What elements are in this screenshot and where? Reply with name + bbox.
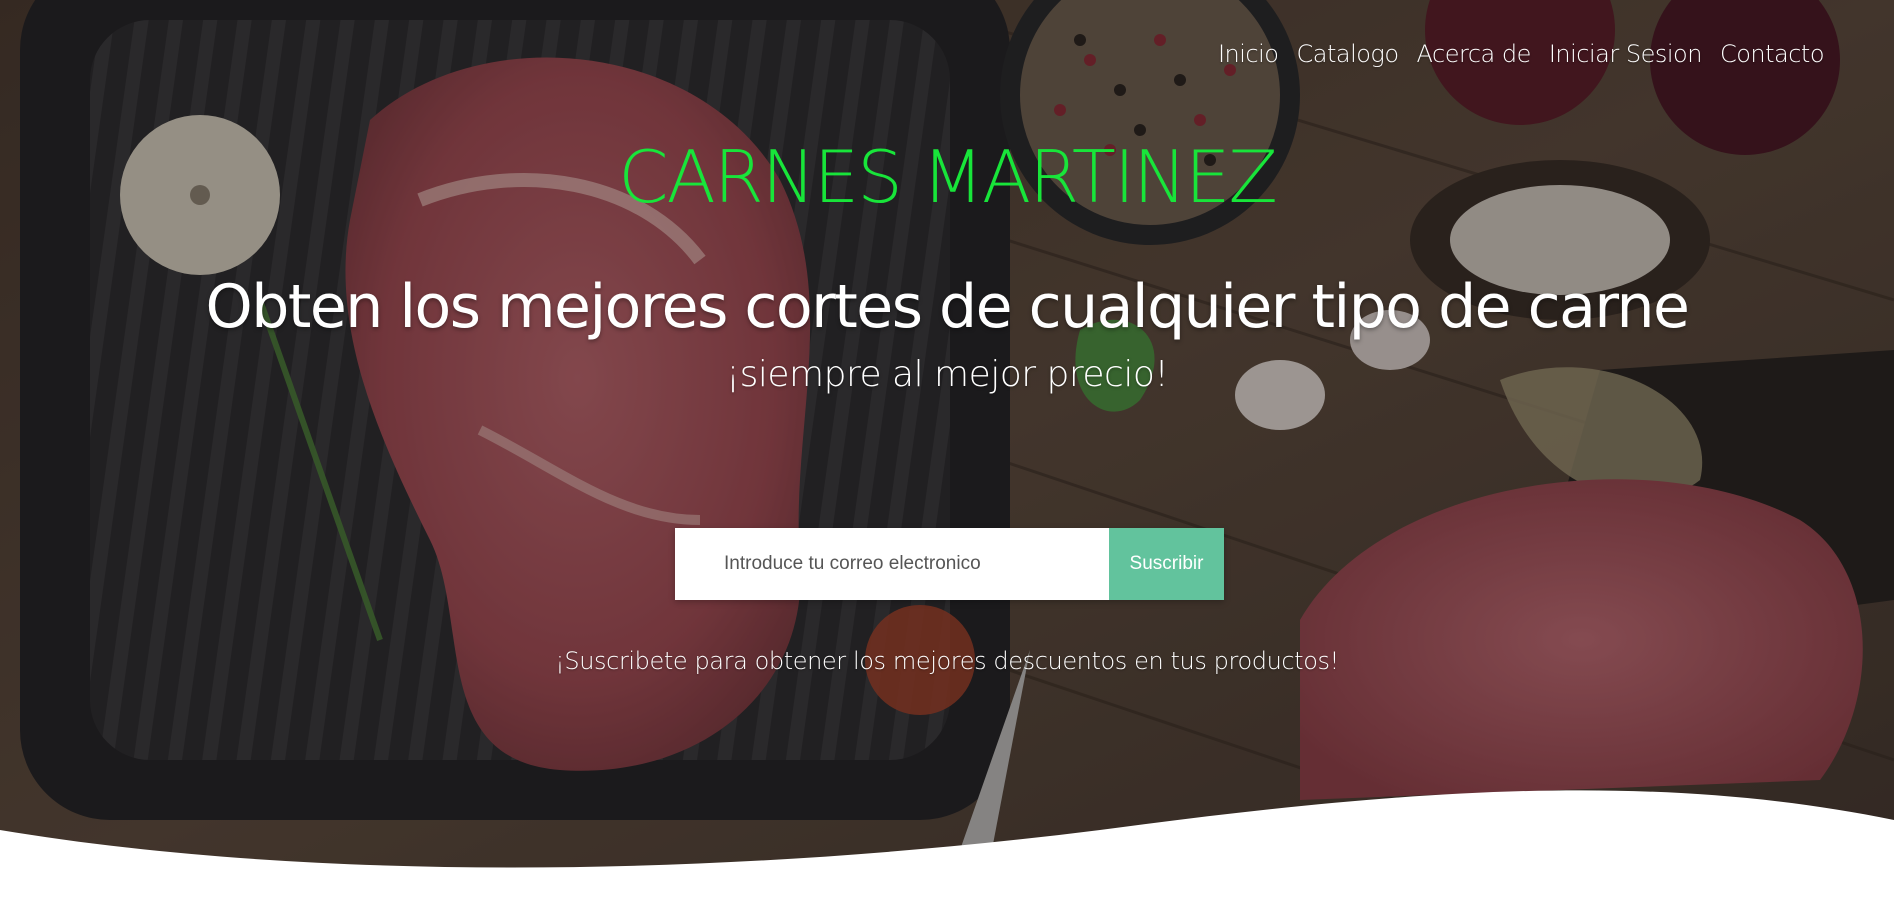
hero-section: Inicio Catalogo Acerca de Iniciar Sesion… bbox=[0, 0, 1894, 902]
email-input[interactable] bbox=[675, 528, 1109, 600]
nav-link-iniciar-sesion[interactable]: Iniciar Sesion bbox=[1549, 40, 1703, 68]
hero-headline: Obten los mejores cortes de cualquier ti… bbox=[205, 272, 1690, 342]
subscribe-button[interactable]: Suscribir bbox=[1109, 528, 1224, 600]
nav-link-inicio[interactable]: Inicio bbox=[1218, 40, 1279, 68]
hero-subheadline: ¡siempre al mejor precio! bbox=[725, 354, 1169, 395]
nav-link-acerca-de[interactable]: Acerca de bbox=[1417, 40, 1532, 68]
subscribe-promo-text: ¡Suscribete para obtener los mejores des… bbox=[555, 647, 1339, 675]
nav-link-contacto[interactable]: Contacto bbox=[1720, 40, 1825, 68]
brand-title: CARNES MARTINEZ bbox=[618, 135, 1278, 219]
subscribe-form: Suscribir bbox=[675, 528, 1224, 600]
main-nav: Inicio Catalogo Acerca de Iniciar Sesion… bbox=[1218, 40, 1825, 68]
nav-link-catalogo[interactable]: Catalogo bbox=[1296, 40, 1399, 68]
